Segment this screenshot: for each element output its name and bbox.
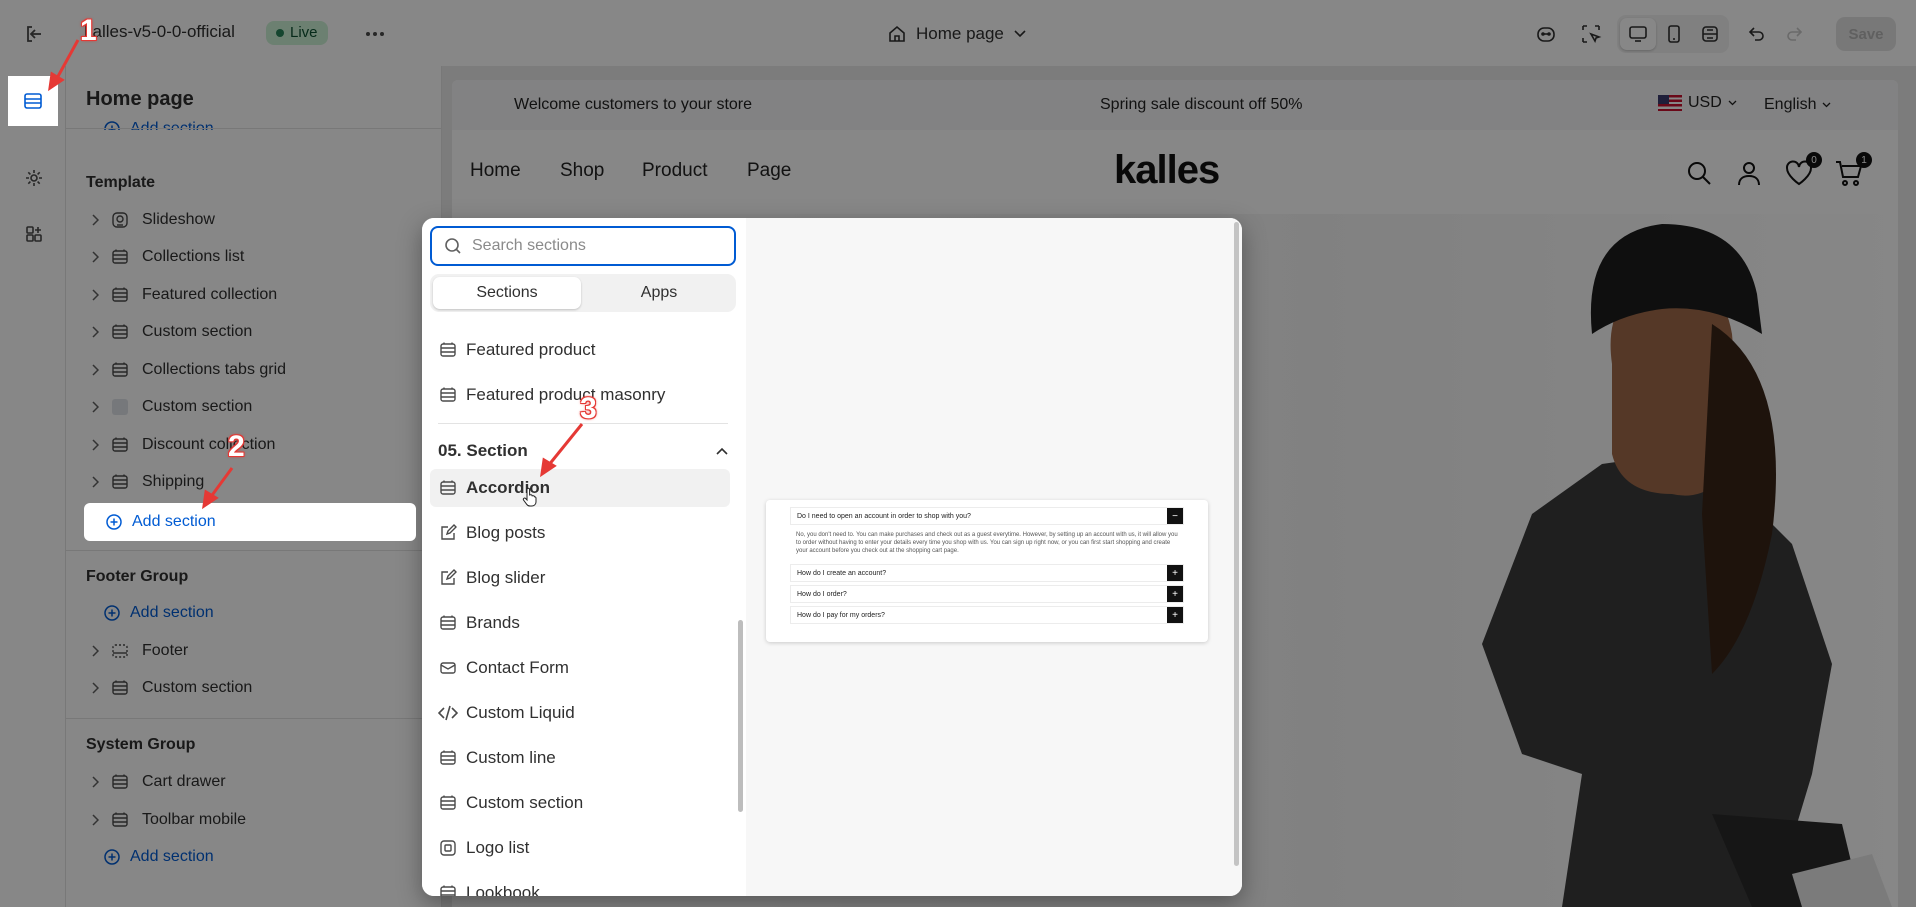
annotation-3: 3	[580, 392, 597, 425]
annotation-1: 1	[80, 14, 97, 47]
annotation-2: 2	[228, 430, 245, 463]
annotation-arrows	[48, 39, 584, 510]
